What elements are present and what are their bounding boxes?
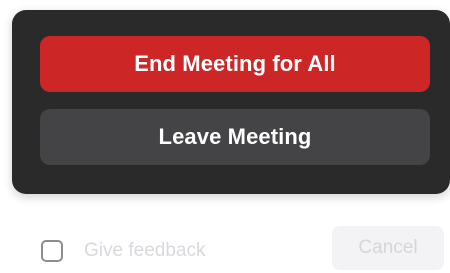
end-meeting-for-all-button[interactable]: End Meeting for All (40, 36, 430, 92)
give-feedback-checkbox[interactable] (41, 240, 63, 262)
give-feedback-label: Give feedback (84, 240, 206, 261)
cancel-button[interactable]: Cancel (332, 226, 444, 270)
give-feedback-option[interactable]: Give feedback (41, 236, 205, 266)
leave-meeting-button[interactable]: Leave Meeting (40, 109, 430, 165)
end-meeting-popover: End Meeting for All Leave Meeting Give f… (0, 0, 450, 273)
meeting-options-panel: End Meeting for All Leave Meeting (12, 10, 450, 194)
